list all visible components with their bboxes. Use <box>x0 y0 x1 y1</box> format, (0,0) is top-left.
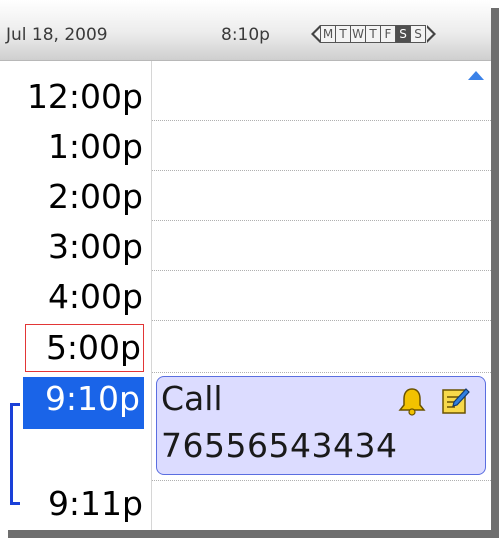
slot-divider <box>152 320 491 321</box>
week-day-sun[interactable]: S <box>410 25 426 43</box>
header-date[interactable]: Jul 18, 2009 <box>6 25 108 45</box>
frame-shadow-bottom <box>8 530 499 538</box>
week-day-wed[interactable]: W <box>350 25 366 43</box>
slot-divider <box>152 220 491 221</box>
event-duration-marker <box>10 403 13 505</box>
slot-divider <box>152 270 491 271</box>
week-day-sat[interactable]: S <box>395 25 411 43</box>
time-slot-4pm[interactable]: 4:00p <box>48 277 143 317</box>
time-slot-911pm[interactable]: 9:11p <box>48 484 143 524</box>
event-title: Call <box>161 379 223 418</box>
header-current-time: 8:10p <box>221 25 270 45</box>
time-slot-2pm[interactable]: 2:00p <box>48 177 143 217</box>
previous-day-arrow-icon[interactable] <box>311 25 320 43</box>
column-divider <box>151 61 152 530</box>
frame-shadow-right <box>491 8 499 538</box>
time-slot-1pm[interactable]: 1:00p <box>48 127 143 167</box>
week-day-fri[interactable]: F <box>380 25 396 43</box>
scroll-up-icon[interactable] <box>468 71 484 80</box>
slot-divider <box>152 372 491 373</box>
week-day-thu[interactable]: T <box>365 25 381 43</box>
event-phone-number: 76556543434 <box>161 426 398 465</box>
event-duration-end-tick <box>10 502 20 505</box>
slot-divider <box>152 480 491 481</box>
time-slot-12pm[interactable]: 12:00p <box>27 77 143 117</box>
calendar-header: Jul 18, 2009 8:10p M T W T F S S <box>0 0 491 61</box>
event-duration-start-tick <box>10 403 20 406</box>
slot-divider <box>152 170 491 171</box>
next-day-arrow-icon[interactable] <box>427 25 436 43</box>
week-day-mon[interactable]: M <box>320 25 336 43</box>
notes-icon <box>442 388 470 414</box>
time-slot-5pm-focused[interactable]: 5:00p <box>24 324 144 372</box>
week-day-tue[interactable]: T <box>335 25 351 43</box>
calendar-day-view: Jul 18, 2009 8:10p M T W T F S S 12:00p … <box>0 0 491 530</box>
time-slot-910pm-selected[interactable]: 9:10p <box>23 377 144 429</box>
time-slot-3pm[interactable]: 3:00p <box>48 227 143 267</box>
alarm-bell-icon <box>398 388 426 416</box>
calendar-event[interactable]: Call 76556543434 <box>156 376 486 475</box>
week-day-selector: M T W T F S S <box>311 24 436 44</box>
slot-divider <box>152 120 491 121</box>
